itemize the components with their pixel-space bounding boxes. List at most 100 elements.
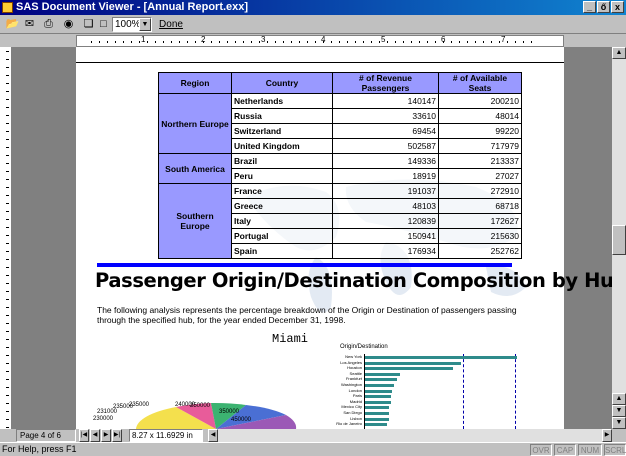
ruler-tick: [6, 235, 9, 236]
close-button[interactable]: x: [611, 1, 624, 13]
ruler-tick: [139, 41, 140, 43]
toolbar: 📂 ✉ ⎙ ◉ ❏ □ 100% ▼ Done: [0, 15, 626, 34]
bar-category-label: Lisbon: [350, 415, 362, 421]
next-page-icon[interactable]: ▶: [101, 429, 111, 442]
ruler-tick: [459, 41, 460, 43]
scroll-left-icon[interactable]: ◀: [208, 429, 218, 442]
reference-line: [515, 354, 516, 429]
revenue-cell: 69454: [332, 123, 439, 139]
mail-icon[interactable]: ✉: [21, 17, 38, 32]
ruler-tick: [6, 363, 9, 364]
ruler-tick: [259, 41, 260, 43]
report-page: Region Country # of Revenue Passengers #…: [76, 47, 626, 429]
ruler-number: 3: [261, 35, 266, 44]
horizontal-scrollbar[interactable]: ◀ ▶: [208, 429, 612, 442]
vertical-scrollbar[interactable]: ▲ ▲ ▼ ▼: [612, 47, 626, 429]
page-up-icon[interactable]: ▲: [612, 393, 626, 405]
done-button[interactable]: Done: [156, 17, 186, 32]
scroll-up-icon[interactable]: ▲: [612, 47, 626, 59]
country-cell: Portugal: [231, 228, 333, 244]
pie-slice-label: 235000: [129, 402, 150, 408]
ruler-tick: [6, 307, 9, 308]
restore-button[interactable]: ő: [597, 1, 610, 13]
bar: [365, 406, 389, 410]
open-folder-icon[interactable]: 📂: [4, 17, 21, 32]
page-icon[interactable]: □: [95, 17, 112, 32]
first-page-icon[interactable]: |◀: [79, 429, 89, 442]
bar: [365, 389, 393, 393]
find-icon[interactable]: ◉: [60, 17, 77, 32]
bar: [365, 372, 401, 376]
bar-category-label: Houston: [347, 365, 362, 371]
ruler-tick: [411, 41, 412, 43]
bar-category-label: Washington: [341, 382, 362, 387]
ruler-tick: [6, 75, 9, 76]
ruler-tick: [195, 41, 196, 43]
country-cell: Netherlands: [231, 93, 333, 109]
revenue-cell: 33610: [332, 108, 439, 124]
seats-cell: 200210: [438, 93, 522, 109]
ruler-tick: [6, 315, 9, 316]
ruler-tick: [6, 59, 9, 60]
ruler-tick: [6, 347, 9, 348]
reference-line: [463, 354, 464, 429]
last-page-icon[interactable]: ▶|: [112, 429, 122, 442]
ruler-tick: [123, 41, 124, 43]
revenue-cell: 191037: [332, 183, 439, 199]
title-bar: SAS Document Viewer - [Annual Report.exx…: [0, 0, 626, 15]
ruler-tick: [6, 323, 9, 324]
ruler-tick: [403, 41, 404, 43]
pie-slice-label: 250000: [190, 403, 211, 409]
ovr-indicator: OVR: [530, 444, 552, 456]
status-text: For Help, press F1: [2, 444, 77, 454]
region-cell: Southern Europe: [158, 183, 232, 259]
ruler-tick: [283, 41, 284, 43]
previous-page-icon[interactable]: ◀: [90, 429, 100, 442]
pie-slice-label: 350000: [219, 409, 240, 415]
minimize-button[interactable]: _: [583, 1, 596, 13]
ruler-tick: [6, 163, 9, 164]
revenue-cell: 48103: [332, 198, 439, 214]
ruler-number: 5: [381, 35, 386, 44]
revenue-cell: 18919: [332, 168, 439, 184]
bar-category-label: Madrid: [349, 398, 362, 404]
ruler-tick: [507, 41, 508, 43]
country-cell: Peru: [231, 168, 333, 184]
scroll-down-icon[interactable]: ▼: [612, 417, 626, 429]
seats-cell: 213337: [438, 153, 522, 169]
ruler-tick: [6, 387, 9, 388]
zoom-select[interactable]: 100% ▼: [112, 17, 152, 32]
ruler-tick: [307, 41, 308, 43]
seats-cell: 215630: [438, 228, 522, 244]
ruler-number: 1: [141, 35, 146, 44]
country-cell: France: [231, 183, 333, 199]
ruler-tick: [211, 41, 212, 43]
print-icon[interactable]: ⎙: [40, 17, 57, 32]
ruler-tick: [6, 251, 9, 252]
bar-category-label: Frankfurt: [345, 376, 362, 382]
vertical-scroll-thumb[interactable]: [612, 225, 626, 255]
ruler-tick: [523, 41, 524, 43]
ruler-tick: [267, 41, 268, 43]
ruler-tick: [6, 51, 9, 52]
ruler-tick: [363, 41, 364, 43]
hub-name: Miami: [272, 332, 309, 346]
ruler-tick: [6, 243, 9, 244]
ruler-tick: [6, 179, 9, 180]
ruler-tick: [6, 419, 9, 420]
ruler-tick: [6, 139, 9, 140]
revenue-cell: 120839: [332, 213, 439, 229]
column-header-available-seats: # of Available Seats: [438, 72, 522, 94]
ruler-tick: [6, 403, 9, 404]
chevron-down-icon[interactable]: ▼: [139, 18, 151, 31]
seats-cell: 717979: [438, 138, 522, 154]
ruler-tick: [6, 371, 9, 372]
page-down-icon[interactable]: ▼: [612, 405, 626, 417]
ruler-tick: [6, 155, 9, 156]
revenue-cell: 140147: [332, 93, 439, 109]
ruler-tick: [171, 41, 172, 43]
ruler-number: 2: [201, 35, 206, 44]
seats-cell: 68718: [438, 198, 522, 214]
ruler-tick: [6, 171, 9, 172]
scroll-right-icon[interactable]: ▶: [602, 429, 612, 442]
